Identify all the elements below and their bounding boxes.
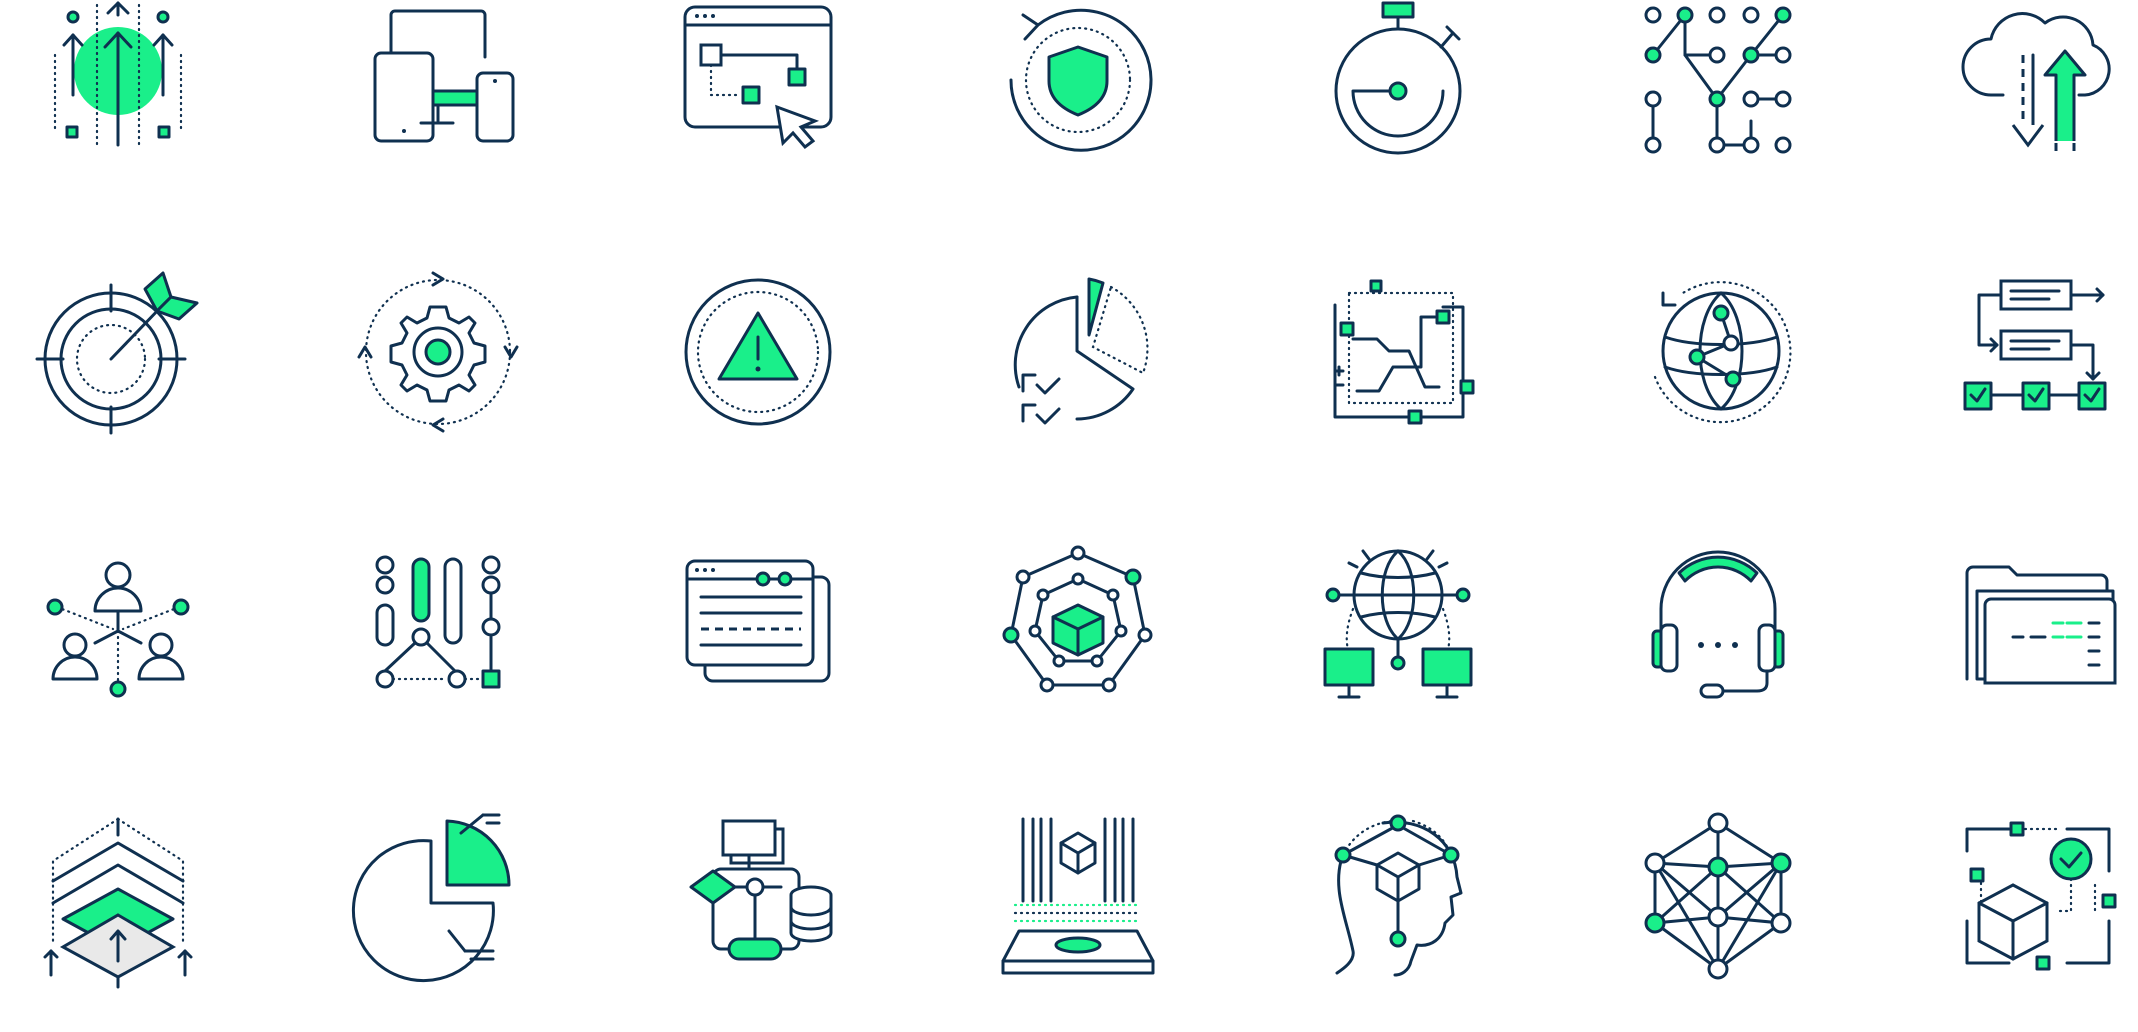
gear-cycle-icon: [278, 216, 598, 488]
pie-checklist-icon: [918, 216, 1238, 488]
database-flowchart-icon: [598, 760, 918, 1032]
folder-files-icon: [1878, 488, 2138, 760]
process-flow-icon: [1878, 216, 2138, 488]
browser-windows-icon: [598, 488, 918, 760]
icon-grid: [0, 0, 2117, 989]
cube-scanner-icon: [918, 760, 1238, 1032]
target-arrow-icon: [0, 216, 278, 488]
node-pattern-icon: [1558, 0, 1878, 216]
growth-arrows-icon: [0, 0, 278, 216]
headset-support-icon: [1558, 488, 1878, 760]
warning-alert-icon: [598, 216, 918, 488]
head-cube-network-icon: [1238, 760, 1558, 1032]
cube-network-icon: [918, 488, 1238, 760]
cloud-sync-icon: [1878, 0, 2138, 216]
globe-computers-icon: [1238, 488, 1558, 760]
team-network-icon: [0, 488, 278, 760]
pie-chart-icon: [278, 760, 598, 1032]
circuit-board-icon: [1238, 216, 1558, 488]
shield-refresh-icon: [918, 0, 1238, 216]
layers-stack-icon: [0, 760, 278, 1032]
slider-controls-icon: [278, 488, 598, 760]
neural-network-icon: [1558, 760, 1878, 1032]
multi-device-icon: [278, 0, 598, 216]
stopwatch-icon: [1238, 0, 1558, 216]
web-workflow-cursor-icon: [598, 0, 918, 216]
globe-network-icon: [1558, 216, 1878, 488]
cube-checkmark-icon: [1878, 760, 2138, 1032]
